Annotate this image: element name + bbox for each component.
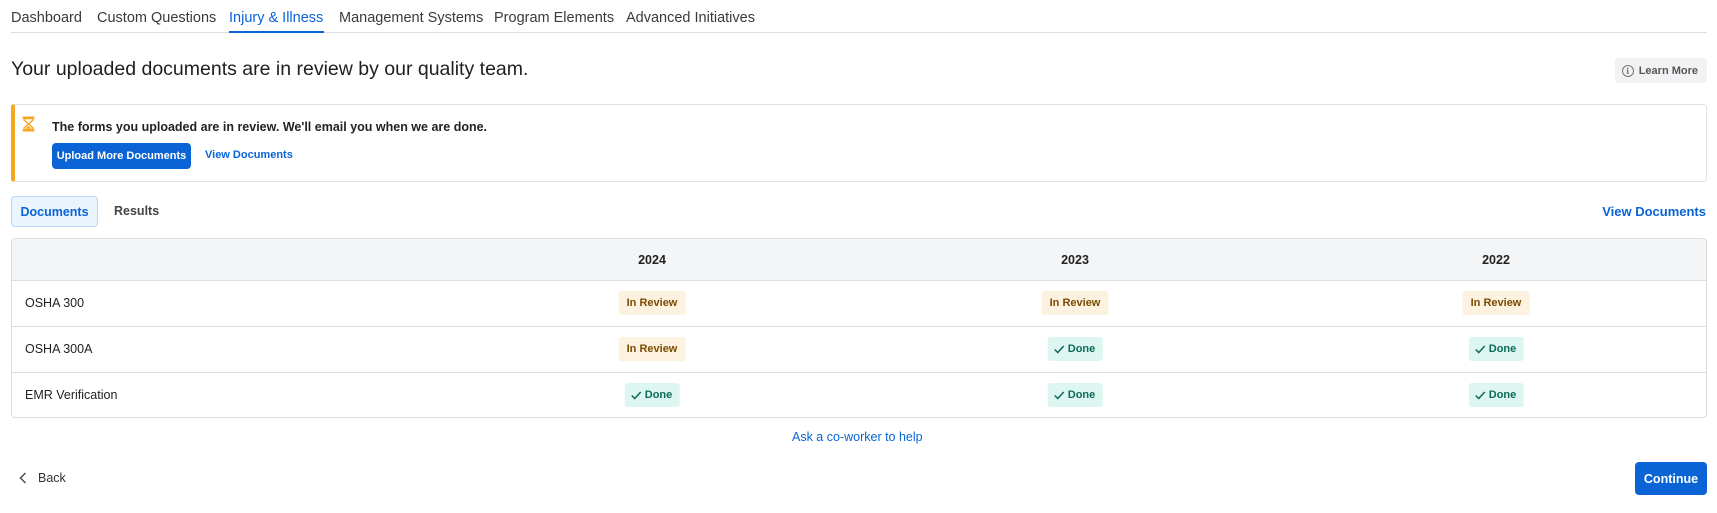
status-badge: In Review xyxy=(1462,291,1530,315)
tab-custom-questions[interactable]: Custom Questions xyxy=(97,10,216,26)
table-row: EMR Verification Done Done Done xyxy=(12,373,1706,417)
tab-dashboard[interactable]: Dashboard xyxy=(11,10,82,26)
check-icon xyxy=(1054,344,1065,354)
row-label: EMR Verification xyxy=(25,388,118,402)
back-label: Back xyxy=(38,471,66,485)
tab-injury-illness[interactable]: Injury & Illness xyxy=(229,10,323,26)
check-icon xyxy=(1054,390,1065,400)
table-row: OSHA 300 In Review In Review In Review xyxy=(12,281,1706,327)
hourglass-icon xyxy=(22,116,35,132)
ask-coworker-link[interactable]: Ask a co-worker to help xyxy=(792,430,923,444)
table-row: OSHA 300A In Review Done Done xyxy=(12,327,1706,373)
tab-program-elements[interactable]: Program Elements xyxy=(494,10,614,26)
continue-button[interactable]: Continue xyxy=(1635,462,1707,495)
view-documents-link[interactable]: View Documents xyxy=(205,149,293,161)
column-header-2023: 2023 xyxy=(1061,253,1089,267)
review-alert xyxy=(11,104,1707,182)
subtab-results[interactable]: Results xyxy=(114,204,159,218)
status-badge: Done xyxy=(1047,383,1103,407)
main-tabs: Dashboard Custom Questions Injury & Illn… xyxy=(11,0,1707,33)
info-icon: i xyxy=(1621,64,1634,77)
column-header-2022: 2022 xyxy=(1482,253,1510,267)
status-badge: Done xyxy=(624,383,680,407)
active-tab-indicator xyxy=(229,31,324,33)
status-badge: Done xyxy=(1047,337,1103,361)
chevron-left-icon xyxy=(19,472,26,484)
documents-table: 2024 2023 2022 OSHA 300 In Review In Rev… xyxy=(11,238,1707,418)
tab-advanced-initiatives[interactable]: Advanced Initiatives xyxy=(626,10,755,26)
view-documents-link-secondary[interactable]: View Documents xyxy=(1602,204,1706,219)
upload-more-documents-button[interactable]: Upload More Documents xyxy=(52,143,191,169)
check-icon xyxy=(1475,344,1486,354)
status-badge: Done xyxy=(1468,383,1524,407)
status-badge: In Review xyxy=(1041,291,1109,315)
check-icon xyxy=(631,390,642,400)
learn-more-label: Learn More xyxy=(1638,64,1698,77)
status-badge: In Review xyxy=(618,291,686,315)
status-badge: Done xyxy=(1468,337,1524,361)
alert-message: The forms you uploaded are in review. We… xyxy=(52,120,488,134)
subtab-documents[interactable]: Documents xyxy=(11,196,98,227)
table-header: 2024 2023 2022 xyxy=(12,239,1706,281)
tab-management-systems[interactable]: Management Systems xyxy=(339,10,483,26)
row-label: OSHA 300A xyxy=(25,342,93,356)
learn-more-button[interactable]: i Learn More xyxy=(1614,58,1707,83)
page-title: Your uploaded documents are in review by… xyxy=(11,58,529,80)
back-button[interactable]: Back xyxy=(19,471,66,485)
row-label: OSHA 300 xyxy=(25,296,85,310)
status-badge: In Review xyxy=(618,337,686,361)
check-icon xyxy=(1475,390,1486,400)
column-header-2024: 2024 xyxy=(638,253,666,267)
